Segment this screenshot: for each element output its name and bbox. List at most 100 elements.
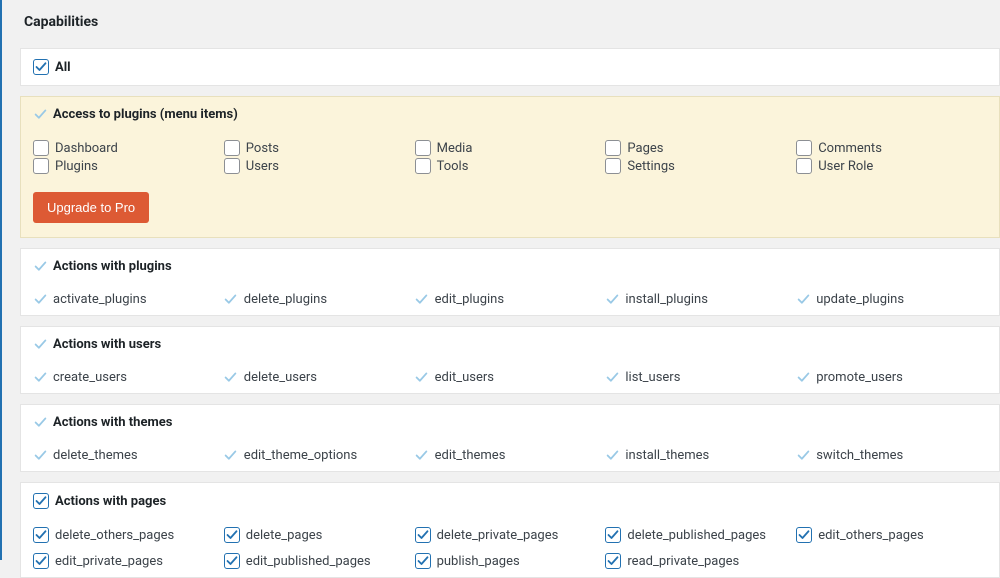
checkbox[interactable]	[415, 158, 431, 174]
capability-item[interactable]: edit_private_pages	[33, 553, 224, 569]
check-icon	[415, 293, 429, 307]
capability-label: delete_themes	[53, 448, 138, 463]
capability-item[interactable]: Dashboard	[33, 140, 224, 156]
checkbox[interactable]	[605, 553, 621, 569]
capability-label: delete_plugins	[244, 292, 327, 307]
capability-item[interactable]: Tools	[415, 158, 606, 174]
capability-label: User Role	[818, 159, 873, 174]
capability-item[interactable]: edit_theme_options	[224, 448, 415, 463]
capability-item[interactable]: delete_others_pages	[33, 527, 224, 543]
capability-col: publish_pages	[415, 553, 606, 569]
all-label: All	[55, 60, 71, 75]
capability-item[interactable]: delete_published_pages	[605, 527, 796, 543]
capabilities-row: delete_others_pagesdelete_pages delete_pr…	[21, 519, 999, 551]
capability-item[interactable]: install_plugins	[605, 292, 796, 307]
capability-col: switch_themes	[796, 448, 987, 463]
section-header-label: Actions with users	[53, 337, 161, 352]
capability-item[interactable]: edit_users	[415, 370, 606, 385]
checkbox[interactable]	[796, 527, 812, 543]
capability-col	[796, 553, 987, 569]
capability-label: Pages	[627, 141, 663, 156]
capability-col: edit_others_pages	[796, 527, 987, 543]
capability-label: edit_themes	[435, 448, 506, 463]
upgrade-to-pro-button[interactable]: Upgrade to Pro	[33, 192, 149, 223]
capability-item[interactable]: delete_pages	[224, 527, 415, 543]
capability-item[interactable]: delete_users	[224, 370, 415, 385]
capability-item[interactable]: promote_users	[796, 370, 987, 385]
capability-item[interactable]: create_users	[33, 370, 224, 385]
section-panel: Actions with plugins activate_plugins dele…	[20, 248, 1000, 316]
checkbox[interactable]	[415, 527, 431, 543]
checkbox[interactable]	[605, 527, 621, 543]
capability-item[interactable]: update_plugins	[796, 292, 987, 307]
checkbox[interactable]	[796, 158, 812, 174]
capability-item[interactable]: edit_others_pages	[796, 527, 987, 543]
checkbox[interactable]	[33, 493, 49, 509]
check-icon	[796, 371, 810, 385]
capabilities-row: edit_private_pagesedit_published_pagespu…	[21, 551, 999, 577]
capability-item[interactable]: delete_private_pages	[415, 527, 606, 543]
capability-col: edit_themes	[415, 448, 606, 463]
capability-item[interactable]: list_users	[605, 370, 796, 385]
checkbox[interactable]	[224, 553, 240, 569]
capability-label: promote_users	[816, 370, 903, 385]
checkbox[interactable]	[33, 527, 49, 543]
capability-col: Settings	[605, 158, 796, 174]
check-icon	[224, 449, 238, 463]
section-panel: Actions with users create_users delete_use…	[20, 326, 1000, 394]
checkbox[interactable]	[33, 158, 49, 174]
capability-col: delete_published_pages	[605, 527, 796, 543]
capability-label: create_users	[53, 370, 127, 385]
capability-label: switch_themes	[816, 448, 903, 463]
capability-item[interactable]: switch_themes	[796, 448, 987, 463]
checkbox[interactable]	[33, 140, 49, 156]
capability-col: create_users	[33, 370, 224, 385]
capability-item[interactable]: Settings	[605, 158, 796, 174]
capability-item[interactable]: install_themes	[605, 448, 796, 463]
capability-item[interactable]: Media	[415, 140, 606, 156]
checkbox[interactable]	[224, 527, 240, 543]
access-plugins-header-label: Access to plugins (menu items)	[53, 107, 238, 122]
check-icon	[33, 108, 47, 122]
capability-col: install_themes	[605, 448, 796, 463]
capability-item[interactable]: edit_published_pages	[224, 553, 415, 569]
capability-item[interactable]: Plugins	[33, 158, 224, 174]
checkbox[interactable]	[605, 158, 621, 174]
capability-label: list_users	[625, 370, 680, 385]
capability-col: promote_users	[796, 370, 987, 385]
capability-item[interactable]: Users	[224, 158, 415, 174]
capability-label: delete_private_pages	[437, 528, 559, 543]
check-icon	[415, 449, 429, 463]
all-checkbox[interactable]	[33, 59, 49, 75]
section-header: Actions with users	[21, 327, 999, 362]
capability-item[interactable]: Posts	[224, 140, 415, 156]
capability-item[interactable]: activate_plugins	[33, 292, 224, 307]
checkbox[interactable]	[224, 158, 240, 174]
checkbox[interactable]	[224, 140, 240, 156]
checkbox[interactable]	[796, 140, 812, 156]
capability-col: delete_users	[224, 370, 415, 385]
capability-item[interactable]: read_private_pages	[605, 553, 796, 569]
capability-item[interactable]: delete_plugins	[224, 292, 415, 307]
capability-label: Dashboard	[55, 141, 118, 156]
checkbox[interactable]	[605, 140, 621, 156]
capability-item[interactable]: User Role	[796, 158, 987, 174]
capability-item[interactable]: Pages	[605, 140, 796, 156]
section-header-label: Actions with plugins	[53, 259, 172, 274]
capability-item[interactable]: edit_themes	[415, 448, 606, 463]
capability-item[interactable]: edit_plugins	[415, 292, 606, 307]
checkbox[interactable]	[415, 140, 431, 156]
capability-item[interactable]: Comments	[796, 140, 987, 156]
check-icon	[33, 338, 47, 352]
all-header: All	[21, 49, 999, 85]
capability-item[interactable]: delete_themes	[33, 448, 224, 463]
check-icon	[33, 371, 47, 385]
page-title: Capabilities	[6, 0, 1000, 48]
capability-col: update_plugins	[796, 292, 987, 307]
capability-col: Users	[224, 158, 415, 174]
capability-item[interactable]: publish_pages	[415, 553, 606, 569]
checkbox[interactable]	[33, 553, 49, 569]
checkbox[interactable]	[415, 553, 431, 569]
check-icon	[605, 371, 619, 385]
section-panel: Actions with pagesdelete_others_pagesdel…	[20, 482, 1000, 578]
